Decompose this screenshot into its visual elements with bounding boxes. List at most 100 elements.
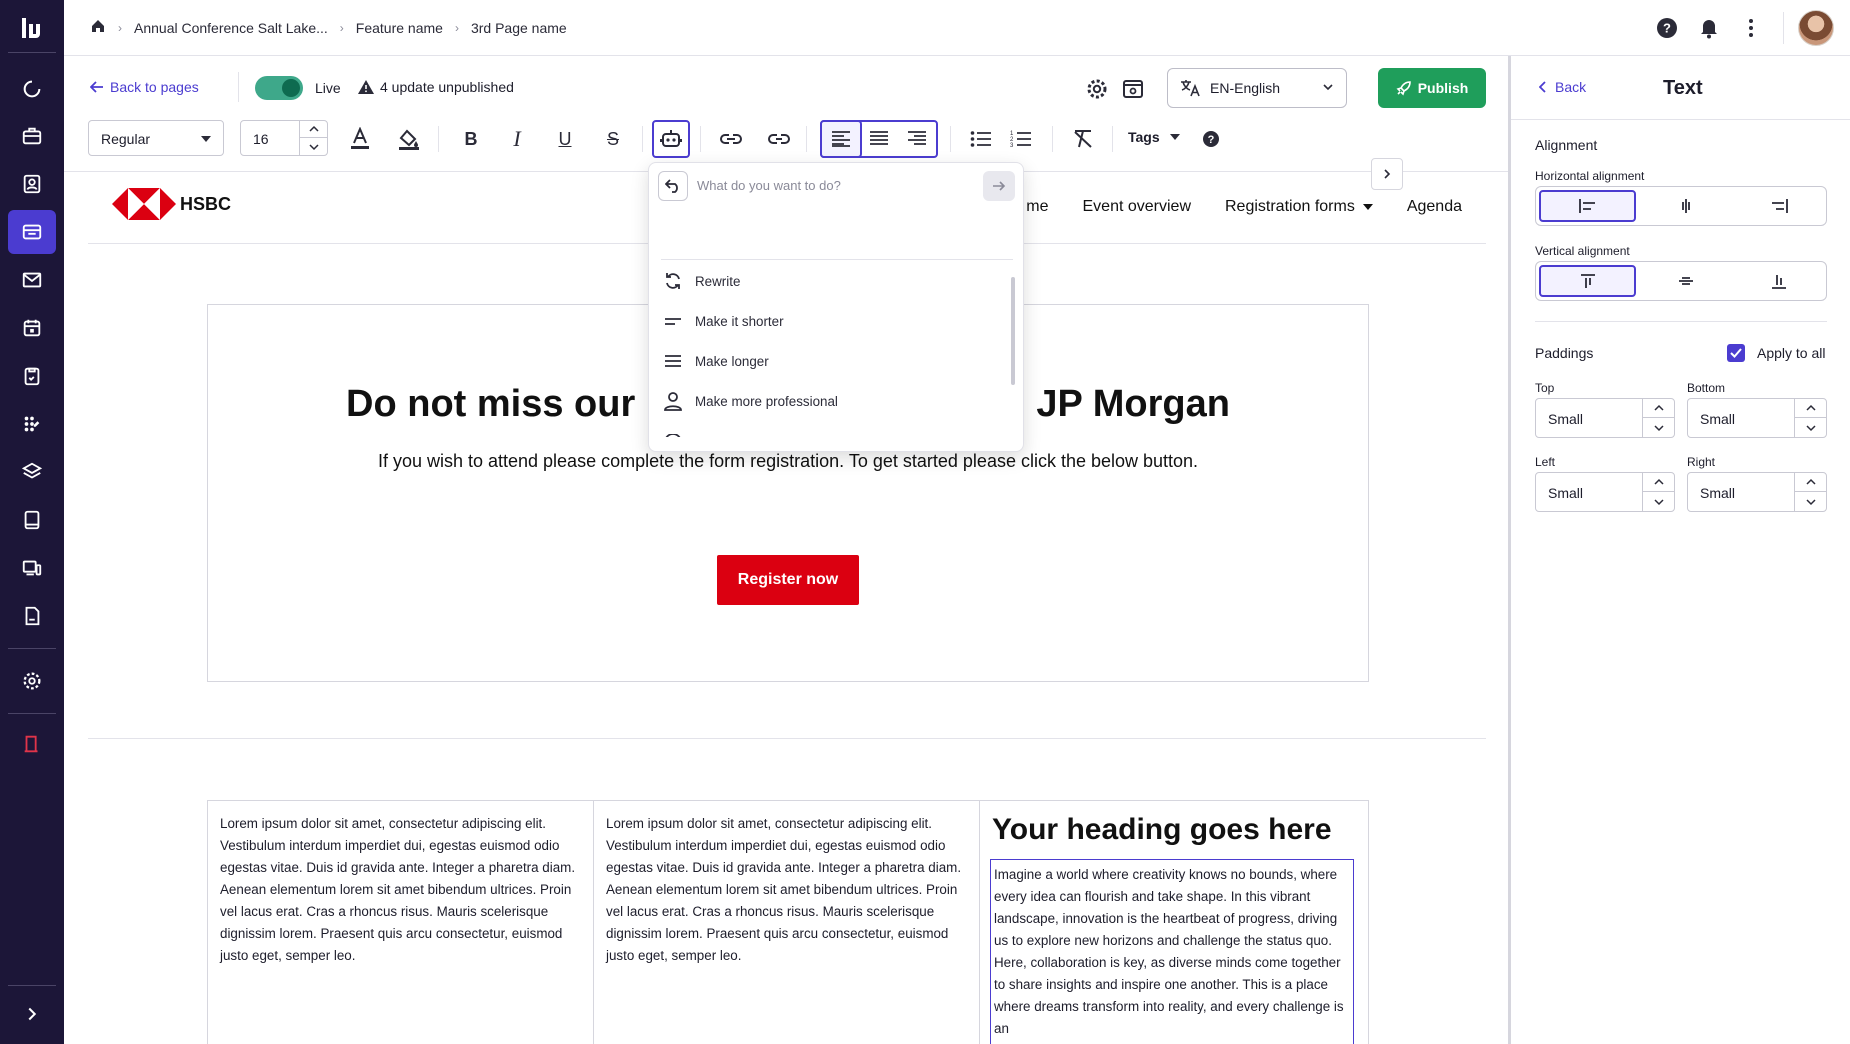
- paddings-heading: Paddings: [1535, 345, 1594, 361]
- ai-option-professional[interactable]: Make more professional: [663, 389, 838, 413]
- unlink-icon[interactable]: [762, 122, 796, 156]
- site-nav-home[interactable]: me: [1026, 198, 1048, 216]
- italic-icon[interactable]: I: [500, 122, 534, 156]
- chevron-up-icon[interactable]: [1643, 473, 1674, 492]
- v-align-top-icon[interactable]: [1539, 265, 1637, 297]
- chevron-down-icon: [1323, 84, 1333, 91]
- nav-calendar-icon[interactable]: [8, 306, 56, 350]
- site-nav-registration-forms[interactable]: Registration forms: [1225, 198, 1373, 216]
- ai-option-longer[interactable]: Make longer: [663, 349, 769, 373]
- nav-dashboard-icon[interactable]: [8, 67, 56, 111]
- divider: [238, 72, 239, 102]
- column-1-text[interactable]: Lorem ipsum dolor sit amet, consectetur …: [220, 813, 581, 967]
- register-now-button[interactable]: Register now: [717, 555, 859, 605]
- user-avatar[interactable]: [1798, 10, 1834, 46]
- undo-icon[interactable]: [658, 171, 688, 201]
- column-3-text-selected[interactable]: Imagine a world where creativity knows n…: [990, 859, 1354, 1044]
- settings-gear-icon[interactable]: [1084, 76, 1110, 102]
- ai-option-rewrite[interactable]: Rewrite: [663, 269, 740, 293]
- nav-clipboard-icon[interactable]: [8, 354, 56, 398]
- column-3-heading[interactable]: Your heading goes here: [992, 813, 1354, 847]
- align-left-icon[interactable]: [820, 120, 862, 158]
- h-align-left-icon[interactable]: [1539, 190, 1637, 222]
- hero-text[interactable]: If you wish to attend please complete th…: [208, 451, 1368, 472]
- increment-chevron-up-icon[interactable]: [300, 121, 327, 138]
- nav-apps-icon[interactable]: [8, 402, 56, 446]
- apply-to-all-label: Apply to all: [1757, 345, 1826, 361]
- align-right-icon[interactable]: [898, 122, 936, 156]
- column-1[interactable]: Lorem ipsum dolor sit amet, consectetur …: [208, 801, 594, 1044]
- panel-back-label: Back: [1555, 79, 1587, 95]
- nav-website-icon[interactable]: [8, 210, 56, 254]
- live-toggle[interactable]: [255, 76, 303, 100]
- underline-icon[interactable]: U: [548, 122, 582, 156]
- site-nav-event-overview[interactable]: Event overview: [1083, 198, 1192, 216]
- home-icon[interactable]: [90, 18, 106, 37]
- column-3[interactable]: Your heading goes here Imagine a world w…: [980, 801, 1366, 1044]
- align-justify-icon[interactable]: [860, 122, 898, 156]
- back-to-pages-link[interactable]: Back to pages: [90, 79, 199, 95]
- padding-right-stepper[interactable]: Small: [1687, 472, 1827, 512]
- collapse-panel-chevron-right-icon[interactable]: [1371, 158, 1403, 190]
- app-logo-icon[interactable]: [18, 14, 46, 42]
- chevron-down-icon[interactable]: [1795, 418, 1826, 437]
- fill-color-icon[interactable]: [392, 122, 426, 156]
- breadcrumb-page: 3rd Page name: [470, 19, 567, 36]
- text-style-select[interactable]: Regular: [88, 120, 224, 156]
- panel-back-link[interactable]: Back: [1539, 79, 1586, 95]
- chevron-up-icon[interactable]: [1643, 399, 1674, 418]
- padding-left-stepper[interactable]: Small: [1535, 472, 1675, 512]
- nav-contacts-icon[interactable]: [8, 162, 56, 206]
- bold-icon[interactable]: B: [454, 122, 488, 156]
- nav-devices-icon[interactable]: [8, 546, 56, 590]
- breadcrumb-event[interactable]: Annual Conference Salt Lake...: [134, 20, 328, 36]
- text-color-icon[interactable]: [343, 122, 377, 156]
- publish-label: Publish: [1417, 80, 1469, 96]
- ai-menu-scrollbar[interactable]: [1011, 277, 1015, 385]
- preview-icon[interactable]: [1120, 76, 1146, 102]
- padding-top-stepper[interactable]: Small: [1535, 398, 1675, 438]
- numbered-list-icon[interactable]: 123: [1004, 122, 1038, 156]
- bullet-list-icon[interactable]: [964, 122, 998, 156]
- ai-prompt-input[interactable]: What do you want to do?: [697, 178, 841, 193]
- bell-icon[interactable]: [1691, 10, 1727, 46]
- h-align-center-icon[interactable]: [1639, 187, 1732, 225]
- send-arrow-icon[interactable]: [983, 171, 1015, 201]
- chevron-up-icon[interactable]: [1795, 473, 1826, 492]
- v-align-middle-icon[interactable]: [1639, 262, 1732, 300]
- nav-tablet-icon[interactable]: [8, 498, 56, 542]
- v-align-bottom-icon[interactable]: [1733, 262, 1826, 300]
- publish-button[interactable]: Publish: [1378, 68, 1486, 108]
- help-circle-icon[interactable]: ?: [1194, 122, 1228, 156]
- help-icon[interactable]: ?: [1649, 10, 1685, 46]
- padding-bottom-stepper[interactable]: Small: [1687, 398, 1827, 438]
- chevron-down-icon[interactable]: [1795, 492, 1826, 511]
- caret-down-icon: [1169, 134, 1180, 140]
- chevron-down-icon[interactable]: [1643, 492, 1674, 511]
- nav-briefcase-icon[interactable]: [8, 114, 56, 158]
- ai-option-shorter[interactable]: Make it shorter: [663, 309, 784, 333]
- strikethrough-icon[interactable]: S: [596, 122, 630, 156]
- site-nav-agenda[interactable]: Agenda: [1407, 198, 1462, 216]
- column-2-text[interactable]: Lorem ipsum dolor sit amet, consectetur …: [606, 813, 967, 967]
- link-icon[interactable]: [714, 122, 748, 156]
- tags-dropdown[interactable]: Tags: [1128, 129, 1180, 145]
- decrement-chevron-down-icon[interactable]: [300, 138, 327, 155]
- breadcrumb-feature[interactable]: Feature name: [356, 20, 443, 36]
- h-align-right-icon[interactable]: [1733, 187, 1826, 225]
- language-select[interactable]: EN-English: [1167, 68, 1347, 108]
- apply-to-all-checkbox[interactable]: Apply to all: [1727, 344, 1825, 362]
- nav-report-icon[interactable]: [8, 594, 56, 638]
- chevron-down-icon[interactable]: [1643, 418, 1674, 437]
- nav-layers-icon[interactable]: [8, 450, 56, 494]
- ai-assistant-robot-icon[interactable]: [652, 120, 690, 158]
- nav-settings-icon[interactable]: [8, 659, 56, 703]
- font-size-stepper[interactable]: 16: [240, 120, 328, 156]
- more-vertical-icon[interactable]: [1733, 10, 1769, 46]
- nav-expand-icon[interactable]: [8, 992, 56, 1036]
- nav-mail-icon[interactable]: [8, 258, 56, 302]
- clear-format-icon[interactable]: [1066, 122, 1100, 156]
- chevron-up-icon[interactable]: [1795, 399, 1826, 418]
- column-2[interactable]: Lorem ipsum dolor sit amet, consectetur …: [594, 801, 980, 1044]
- nav-exit-icon[interactable]: [8, 722, 56, 766]
